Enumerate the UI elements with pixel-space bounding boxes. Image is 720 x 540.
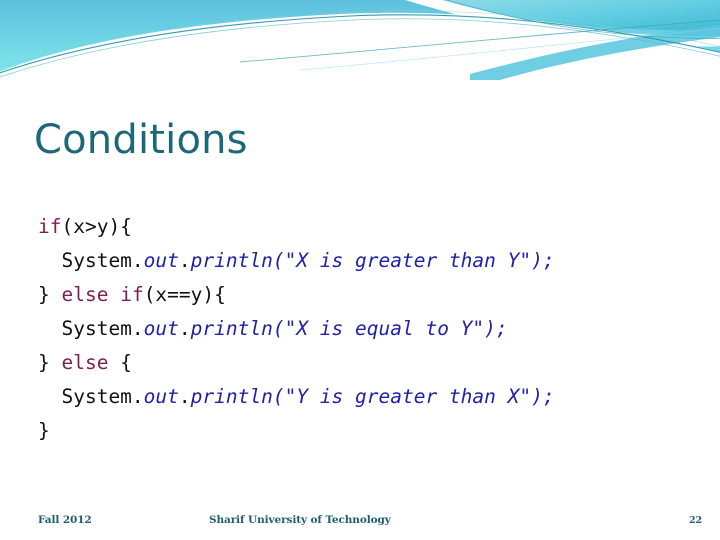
footer-page-number: 22 — [688, 515, 702, 526]
code-token-plain: (x==y){ — [143, 282, 226, 306]
code-token-member: out — [143, 316, 179, 340]
code-token-member: println — [190, 248, 273, 272]
code-token-plain: . — [178, 316, 191, 340]
code-block: if(x>y){ System.out.println("X is greate… — [38, 210, 698, 448]
header-decoration-band — [0, 0, 720, 80]
code-token-plain: . — [178, 248, 191, 272]
code-token-string: ("Y is greater than X"); — [272, 384, 555, 408]
code-line: System.out.println("X is equal to Y"); — [38, 316, 508, 340]
code-token-member: println — [190, 384, 273, 408]
header-swoosh-graphic — [0, 0, 720, 80]
code-line: } else if(x==y){ — [38, 283, 226, 306]
code-token-member: out — [143, 248, 179, 272]
code-token-plain: } — [38, 418, 50, 442]
code-line: } else { — [38, 351, 132, 374]
slide-canvas: Conditions if(x>y){ System.out.println("… — [0, 0, 720, 540]
code-token-plain: } — [38, 282, 62, 306]
code-token-keyword: else — [61, 350, 109, 374]
code-token-plain: (x>y){ — [61, 214, 132, 238]
code-token-member: out — [143, 384, 179, 408]
code-token-string: ("X is equal to Y"); — [272, 316, 508, 340]
code-token-plain: } — [38, 350, 62, 374]
code-token-plain: System. — [61, 248, 144, 272]
code-token-plain: . — [178, 384, 191, 408]
page-title: Conditions — [34, 116, 248, 163]
code-token-member: println — [190, 316, 273, 340]
footer-term: Fall 2012 — [38, 514, 92, 526]
code-line: if(x>y){ — [38, 215, 132, 238]
code-token-keyword: else — [61, 282, 109, 306]
slide-footer: Fall 2012 Sharif University of Technolog… — [0, 504, 720, 540]
code-line: System.out.println("Y is greater than X"… — [38, 384, 555, 408]
footer-organization: Sharif University of Technology — [209, 514, 391, 526]
code-token-string: ("X is greater than Y"); — [272, 248, 555, 272]
code-line: } — [38, 419, 50, 442]
code-line: System.out.println("X is greater than Y"… — [38, 248, 555, 272]
code-token-keyword: if — [120, 282, 144, 306]
code-token-plain: System. — [61, 316, 144, 340]
code-token-keyword: if — [38, 214, 62, 238]
code-token-plain: { — [108, 350, 132, 374]
code-token-plain: System. — [61, 384, 144, 408]
